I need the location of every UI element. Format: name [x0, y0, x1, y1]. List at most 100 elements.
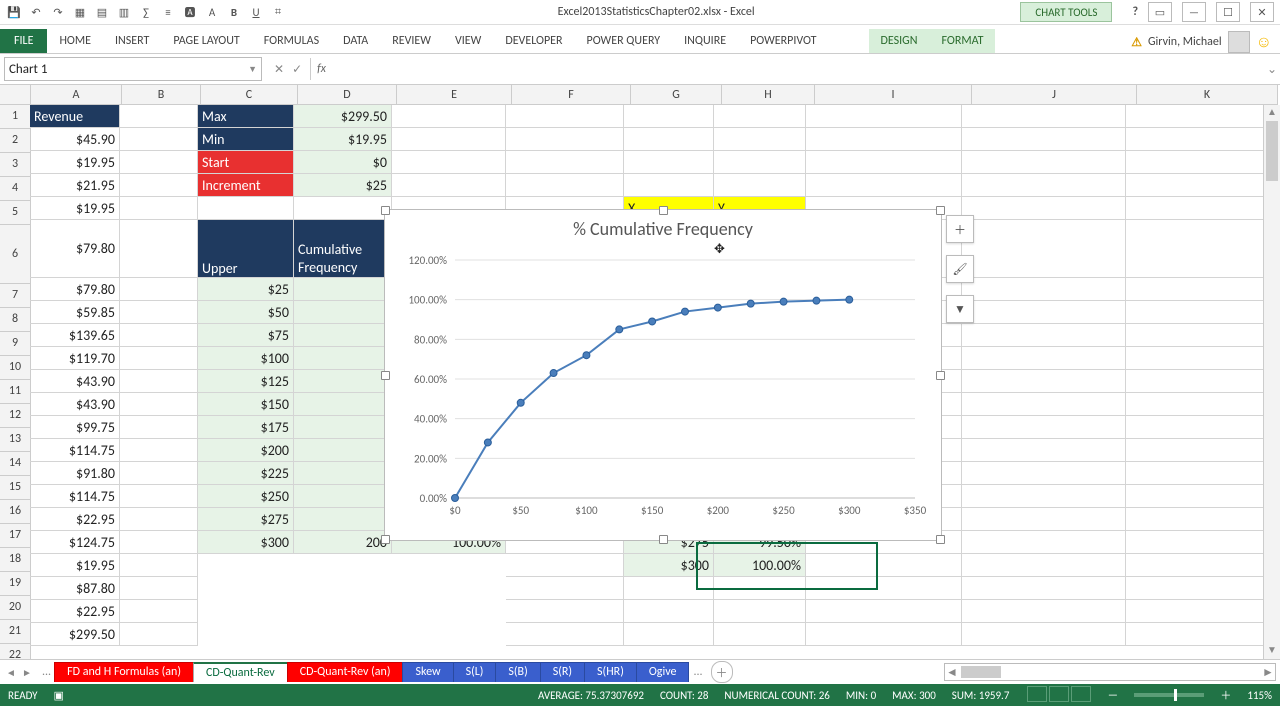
row-header-22[interactable]: 22 [0, 644, 31, 659]
column-header-F[interactable]: F [512, 85, 631, 105]
cell-C1[interactable]: Max [198, 105, 294, 128]
cell-E3[interactable] [392, 151, 506, 174]
qat-btn[interactable]: ▥ [116, 4, 132, 20]
cell-D9[interactable] [294, 324, 392, 347]
cell-K10[interactable] [1126, 347, 1266, 370]
sheet-tab[interactable]: Skew [402, 662, 453, 682]
sheet-tab[interactable]: CD-Quant-Rev (an) [287, 662, 404, 682]
row-header-6[interactable]: 6 [0, 225, 31, 284]
row-header-17[interactable]: 17 [0, 524, 31, 548]
cell-B7[interactable] [120, 278, 198, 301]
cell-A22[interactable]: $299.50 [30, 623, 120, 646]
sheet-tab[interactable]: CD-Quant-Rev [193, 662, 288, 682]
cell-B9[interactable] [120, 324, 198, 347]
qat-btn[interactable]: ⌗ [270, 4, 286, 20]
cell-J3[interactable] [962, 151, 1126, 174]
cell-D11[interactable] [294, 370, 392, 393]
cell-B4[interactable] [120, 174, 198, 197]
cell-A10[interactable]: $119.70 [30, 347, 120, 370]
cell-C17[interactable]: $275 [198, 508, 294, 531]
cell-A17[interactable]: $22.95 [30, 508, 120, 531]
row-header-4[interactable]: 4 [0, 177, 31, 201]
cell-F21[interactable] [506, 600, 624, 623]
row-header-14[interactable]: 14 [0, 452, 31, 476]
cell-A13[interactable]: $99.75 [30, 416, 120, 439]
new-sheet-button[interactable]: ＋ [711, 661, 733, 683]
qat-save-icon[interactable]: 💾 [6, 4, 22, 20]
cell-B12[interactable] [120, 393, 198, 416]
cell-D13[interactable] [294, 416, 392, 439]
ribbon-display-options-icon[interactable]: ▭ [1148, 2, 1172, 22]
tabs-overflow-right[interactable]: ... [689, 665, 706, 679]
cell-J4[interactable] [962, 174, 1126, 197]
sheet-tab[interactable]: S(L) [453, 662, 497, 682]
cell-K18[interactable] [1126, 531, 1266, 554]
user-name[interactable]: Girvin, Michael [1148, 35, 1222, 49]
cell-C16[interactable]: $250 [198, 485, 294, 508]
cell-D12[interactable] [294, 393, 392, 416]
cell-K21[interactable] [1126, 600, 1266, 623]
column-header-H[interactable]: H [722, 85, 815, 105]
cell-F3[interactable] [506, 151, 624, 174]
minimize-button[interactable]: — [1182, 2, 1206, 22]
tab-page-layout[interactable]: PAGE LAYOUT [161, 29, 251, 53]
cell-I4[interactable] [806, 174, 962, 197]
cell-A9[interactable]: $139.65 [30, 324, 120, 347]
cell-K9[interactable] [1126, 324, 1266, 347]
fx-icon[interactable]: fx [311, 62, 332, 76]
tab-data[interactable]: DATA [331, 29, 380, 53]
cell-J13[interactable] [962, 416, 1126, 439]
cell-B19[interactable] [120, 554, 198, 577]
qat-btn[interactable]: ▦ [72, 4, 88, 20]
cell-E1[interactable] [392, 105, 506, 128]
cell-K22[interactable] [1126, 623, 1266, 646]
cell-J22[interactable] [962, 623, 1126, 646]
row-header-3[interactable]: 3 [0, 153, 31, 177]
row-header-15[interactable]: 15 [0, 476, 31, 500]
cell-G3[interactable] [624, 151, 714, 174]
cell-G1[interactable] [624, 105, 714, 128]
cell-I22[interactable] [806, 623, 962, 646]
cell-B8[interactable] [120, 301, 198, 324]
cell-H2[interactable] [714, 128, 806, 151]
tab-insert[interactable]: INSERT [103, 29, 161, 53]
name-box-dropdown-icon[interactable]: ▼ [248, 64, 257, 75]
row-header-20[interactable]: 20 [0, 596, 31, 620]
cell-B14[interactable] [120, 439, 198, 462]
cell-J9[interactable] [962, 324, 1126, 347]
worksheet-grid[interactable]: ABCDEFGHIJK 1234567891011121314151617181… [0, 85, 1280, 659]
cell-J10[interactable] [962, 347, 1126, 370]
zoom-out-button[interactable]: － [1107, 687, 1118, 703]
hscroll-thumb[interactable] [961, 666, 1001, 678]
cell-E4[interactable] [392, 174, 506, 197]
chart-elements-button[interactable]: ＋ [946, 215, 974, 243]
tab-review[interactable]: REVIEW [380, 29, 443, 53]
cell-B20[interactable] [120, 577, 198, 600]
cell-J20[interactable] [962, 577, 1126, 600]
cell-B22[interactable] [120, 623, 198, 646]
cell-A21[interactable]: $22.95 [30, 600, 120, 623]
cell-A19[interactable]: $19.95 [30, 554, 120, 577]
cell-G20[interactable] [624, 577, 714, 600]
row-header-10[interactable]: 10 [0, 356, 31, 380]
cell-D7[interactable] [294, 278, 392, 301]
cell-F4[interactable] [506, 174, 624, 197]
cell-A5[interactable]: $19.95 [30, 197, 120, 220]
cell-G19[interactable]: $300 [624, 554, 714, 577]
cell-I20[interactable] [806, 577, 962, 600]
cell-K2[interactable] [1126, 128, 1266, 151]
row-header-11[interactable]: 11 [0, 380, 31, 404]
cell-D10[interactable] [294, 347, 392, 370]
cell-A16[interactable]: $114.75 [30, 485, 120, 508]
cell-J12[interactable] [962, 393, 1126, 416]
cell-G22[interactable] [624, 623, 714, 646]
tab-inquire[interactable]: INQUIRE [672, 29, 738, 53]
cell-C6[interactable]: Upper [198, 220, 294, 278]
cell-D18[interactable]: 200 [294, 531, 392, 554]
cell-H21[interactable] [714, 600, 806, 623]
row-header-7[interactable]: 7 [0, 284, 31, 308]
cell-B16[interactable] [120, 485, 198, 508]
cell-C4[interactable]: Increment [198, 174, 294, 197]
cell-K14[interactable] [1126, 439, 1266, 462]
cell-J1[interactable] [962, 105, 1126, 128]
